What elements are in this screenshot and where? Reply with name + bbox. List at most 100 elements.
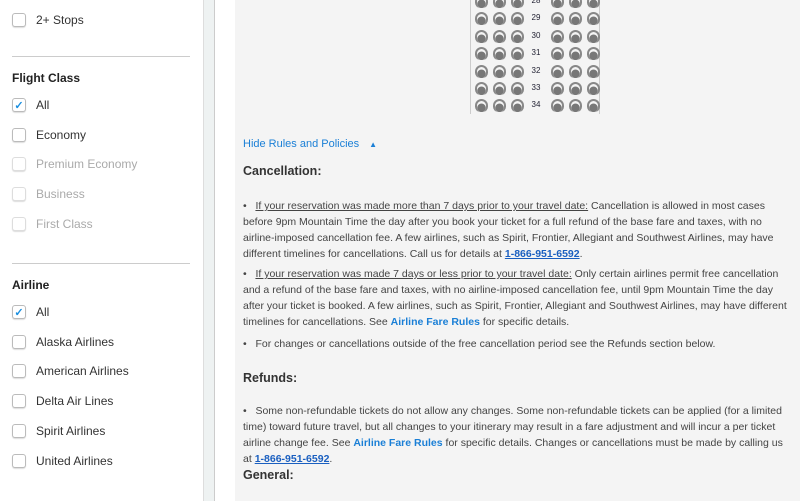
cancellation-bullet-2: • If your reservation was made 7 days or… bbox=[243, 268, 787, 328]
seat-icon[interactable] bbox=[587, 0, 600, 8]
checkbox[interactable] bbox=[12, 187, 26, 202]
seat-icon[interactable] bbox=[569, 29, 582, 43]
option-label: Delta Air Lines bbox=[36, 394, 114, 409]
seat-icon[interactable] bbox=[511, 47, 524, 61]
seat-icon[interactable] bbox=[493, 82, 506, 95]
checkbox[interactable] bbox=[12, 364, 26, 379]
seat-icon[interactable] bbox=[493, 99, 506, 113]
airline-fare-rules-link[interactable]: Airline Fare Rules bbox=[391, 316, 480, 328]
airline-fare-rules-link[interactable]: Airline Fare Rules bbox=[353, 437, 442, 449]
seat-icon[interactable] bbox=[551, 0, 564, 8]
seat-map: 28 29 30 31 32 33 34 bbox=[470, 0, 600, 114]
seat-icon[interactable] bbox=[493, 64, 506, 78]
airline-title: Airline bbox=[12, 278, 50, 292]
filter-option[interactable]: Delta Air Lines bbox=[12, 394, 114, 409]
filter-option[interactable]: United Airlines bbox=[12, 453, 113, 468]
seat-icon[interactable] bbox=[475, 29, 488, 43]
seat-row: 31 bbox=[471, 45, 601, 62]
cancellation-bullet-3: • For changes or cancellations outside o… bbox=[243, 338, 716, 350]
seat-icon[interactable] bbox=[569, 0, 582, 8]
checkbox-checked[interactable]: ✓ bbox=[12, 305, 26, 319]
filter-option[interactable]: Alaska Airlines bbox=[12, 334, 115, 349]
seat-icon[interactable] bbox=[569, 12, 582, 26]
seat-icon[interactable] bbox=[493, 12, 506, 26]
checkbox[interactable] bbox=[12, 127, 26, 142]
seat-row: 28 bbox=[471, 0, 601, 10]
option-label: American Airlines bbox=[36, 364, 129, 379]
option-label: United Airlines bbox=[36, 453, 113, 468]
checkbox[interactable] bbox=[12, 453, 26, 468]
seat-icon[interactable] bbox=[475, 64, 488, 78]
checkbox-checked[interactable]: ✓ bbox=[12, 98, 26, 112]
seat-icon[interactable] bbox=[569, 82, 582, 95]
flight-class-title: Flight Class bbox=[12, 71, 81, 85]
row-number: 28 bbox=[531, 0, 541, 5]
seat-icon[interactable] bbox=[551, 82, 564, 95]
option-label: 2+ Stops bbox=[36, 13, 84, 27]
seat-icon[interactable] bbox=[475, 0, 488, 8]
row-number: 29 bbox=[531, 13, 541, 23]
seat-icon[interactable] bbox=[511, 82, 524, 95]
divider bbox=[12, 56, 190, 57]
filter-option[interactable]: ✓ All bbox=[12, 98, 49, 112]
seat-icon[interactable] bbox=[511, 64, 524, 78]
seat-icon[interactable] bbox=[569, 47, 582, 61]
seat-icon[interactable] bbox=[569, 64, 582, 78]
seat-icon[interactable] bbox=[587, 29, 600, 43]
option-label: Alaska Airlines bbox=[36, 334, 115, 349]
filter-option[interactable]: First Class bbox=[12, 216, 93, 231]
seat-icon[interactable] bbox=[475, 47, 488, 61]
seat-icon[interactable] bbox=[587, 47, 600, 61]
row-number: 32 bbox=[531, 65, 541, 75]
checkbox[interactable] bbox=[12, 13, 26, 27]
seat-icon[interactable] bbox=[475, 82, 488, 95]
seat-icon[interactable] bbox=[511, 29, 524, 43]
seat-icon[interactable] bbox=[587, 12, 600, 26]
filter-option[interactable]: Business bbox=[12, 187, 85, 202]
seat-icon[interactable] bbox=[511, 99, 524, 113]
seat-icon[interactable] bbox=[587, 64, 600, 78]
filter-option[interactable]: Economy bbox=[12, 127, 86, 142]
seat-icon[interactable] bbox=[475, 12, 488, 26]
option-label: All bbox=[36, 305, 50, 319]
seat-row: 33 bbox=[471, 80, 601, 97]
bullet-lead: If your reservation was made more than 7… bbox=[255, 200, 589, 212]
filter-option[interactable]: ✓ All bbox=[12, 305, 49, 319]
row-number: 31 bbox=[531, 48, 541, 58]
seat-icon[interactable] bbox=[493, 29, 506, 43]
phone-link[interactable]: 1-866-951-6592 bbox=[505, 248, 580, 260]
seat-icon[interactable] bbox=[493, 47, 506, 61]
checkbox[interactable] bbox=[12, 216, 26, 231]
cancellation-bullet-1: • If your reservation was made more than… bbox=[243, 200, 774, 260]
seat-row: 32 bbox=[471, 63, 601, 80]
checkbox[interactable] bbox=[12, 423, 26, 438]
option-label: Spirit Airlines bbox=[36, 423, 106, 438]
seat-icon[interactable] bbox=[551, 47, 564, 61]
seat-icon[interactable] bbox=[475, 99, 488, 113]
seat-icon[interactable] bbox=[493, 0, 506, 8]
seat-icon[interactable] bbox=[551, 99, 564, 113]
bullet-lead: If your reservation was made 7 days or l… bbox=[255, 268, 572, 280]
filter-option[interactable]: Spirit Airlines bbox=[12, 423, 106, 438]
seat-icon[interactable] bbox=[587, 82, 600, 95]
seat-icon[interactable] bbox=[551, 64, 564, 78]
seat-icon[interactable] bbox=[551, 29, 564, 43]
general-heading: General: bbox=[243, 468, 294, 482]
seat-icon[interactable] bbox=[511, 0, 524, 8]
phone-link[interactable]: 1-866-951-6592 bbox=[255, 453, 330, 465]
filter-option[interactable]: Premium Economy bbox=[12, 157, 137, 172]
seat-icon[interactable] bbox=[569, 99, 582, 113]
checkbox[interactable] bbox=[12, 394, 26, 409]
checkbox[interactable] bbox=[12, 334, 26, 349]
hide-rules-toggle[interactable]: Hide Rules and Policies ▲ bbox=[243, 138, 377, 150]
filter-option[interactable]: American Airlines bbox=[12, 364, 129, 379]
option-label: All bbox=[36, 98, 50, 112]
filter-2plus-stops[interactable]: 2+ Stops bbox=[12, 13, 84, 27]
checkbox[interactable] bbox=[12, 157, 26, 172]
seat-icon[interactable] bbox=[587, 99, 600, 113]
seat-row: 29 bbox=[471, 10, 601, 27]
bullet-text: For changes or cancellations outside of … bbox=[255, 338, 716, 350]
seat-icon[interactable] bbox=[551, 12, 564, 26]
filter-sidebar: 2+ Stops Flight Class ✓ All Economy Premium… bbox=[0, 0, 203, 501]
seat-icon[interactable] bbox=[511, 12, 524, 26]
